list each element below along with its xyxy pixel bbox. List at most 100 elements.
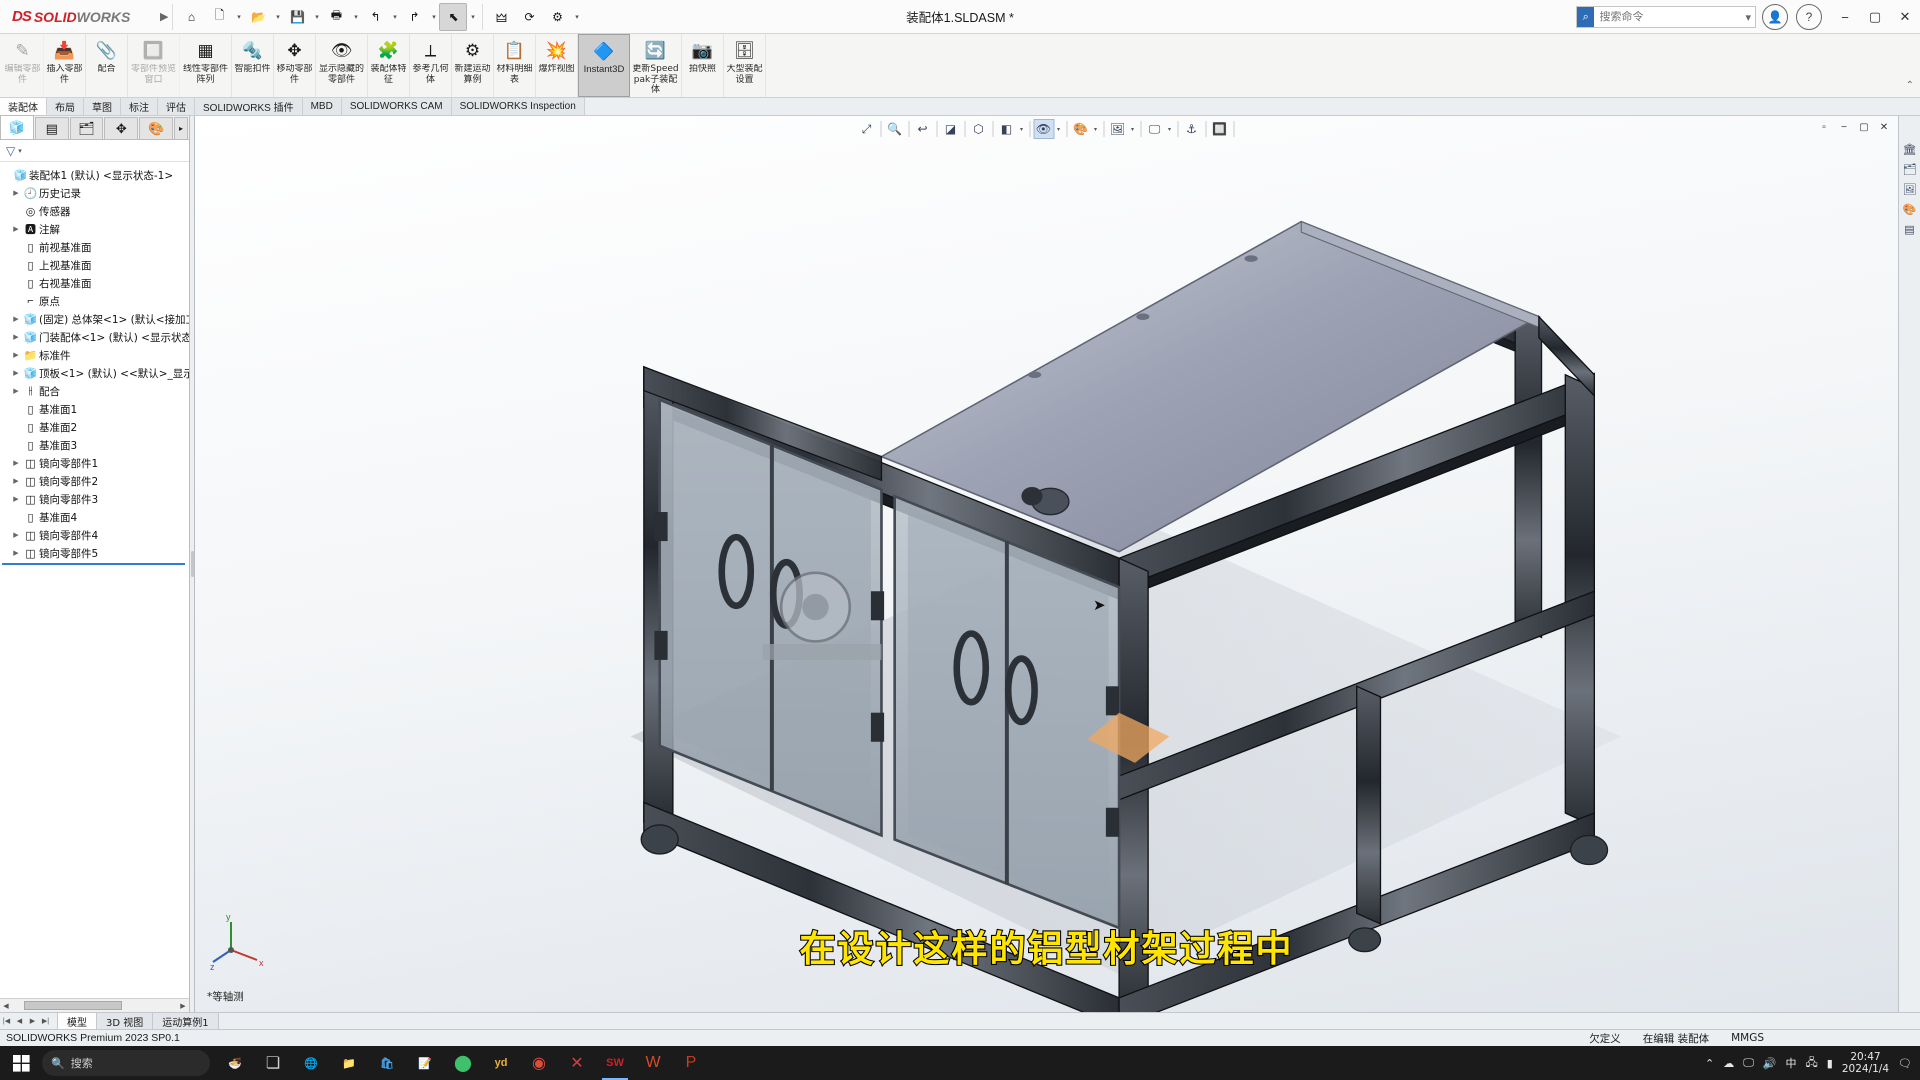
rebuild-icon[interactable]: ⟳ (515, 3, 543, 31)
tree-expand-arrow-icon[interactable]: ▶ (10, 549, 22, 557)
zoom-to-area-icon[interactable]: 🔍 (884, 119, 905, 139)
open-folder-icon[interactable]: 📂 (244, 3, 272, 31)
custom-properties-icon[interactable]: ▤ (1901, 220, 1919, 239)
command-tab-2[interactable]: 草图 (84, 98, 121, 115)
home-icon[interactable]: ⌂ (177, 3, 205, 31)
doc-window-button-1[interactable]: − (1834, 118, 1854, 136)
doc-window-button-3[interactable]: ✕ (1874, 118, 1894, 136)
save-icon[interactable]: 💾 (283, 3, 311, 31)
search-dropdown-icon[interactable]: ▾ (1741, 11, 1755, 24)
tree-node-8[interactable]: ▶🧊(固定) 总体架<1> (默认<接加工... (0, 310, 189, 328)
tab-scroll-arrows[interactable]: |◀ ◀ ▶ ▶| (0, 1013, 58, 1029)
print-icon[interactable]: 🖶 (322, 3, 350, 31)
select-arrow-dropdown-caret-icon[interactable]: ▾ (467, 13, 478, 21)
tree-node-0[interactable]: 🧊 装配体1 (默认) <显示状态-1> (0, 166, 189, 184)
tree-node-20[interactable]: ▶ ◫ 镜向零部件4 (0, 526, 189, 544)
tab-scroll-arrow-3[interactable]: ▶| (39, 1017, 52, 1025)
open-folder-dropdown-caret-icon[interactable]: ▾ (272, 13, 283, 21)
tree-node-7[interactable]: ⌐ 原点 (0, 292, 189, 310)
app-icon-wps[interactable]: W (634, 1046, 672, 1080)
zoom-to-fit-icon[interactable]: ⤢ (856, 119, 877, 139)
ribbon-button-11[interactable]: 📋 材料明细表 (494, 34, 536, 97)
tree-node-16[interactable]: ▶ ◫ 镜向零部件1 (0, 454, 189, 472)
tree-node-17[interactable]: ▶ ◫ 镜向零部件2 (0, 472, 189, 490)
doc-window-button-2[interactable]: ▢ (1854, 118, 1874, 136)
menu-expand-arrow-icon[interactable]: ▶ (160, 10, 168, 23)
hide-show-items-caret-icon[interactable]: ▾ (1054, 126, 1063, 133)
scroll-thumb[interactable] (24, 1001, 122, 1010)
view-settings-caret-icon[interactable]: ▾ (1165, 126, 1174, 133)
app-icon-x[interactable]: ✕ (558, 1046, 596, 1080)
tree-expand-arrow-icon[interactable]: ▶ (10, 459, 22, 467)
more-tab[interactable]: ▸ (174, 117, 188, 139)
ribbon-button-1[interactable]: 📥 插入零部件 (44, 34, 86, 97)
ribbon-button-2[interactable]: 📎 配合 (86, 34, 128, 97)
app-icon-note[interactable]: 📝 (406, 1046, 444, 1080)
show-hidden-icons[interactable]: ⌃ (1705, 1057, 1714, 1070)
viewport-canvas[interactable]: ➤ y x z *等轴测 在设计这样的铝型材架过程中 (195, 116, 1898, 1012)
print-dropdown-caret-icon[interactable]: ▾ (350, 13, 361, 21)
bottom-tab-0[interactable]: 模型 (58, 1013, 97, 1029)
tree-node-21[interactable]: ▶ ◫ 镜向零部件5 (0, 544, 189, 562)
view-palette-icon[interactable]: 🖼 (1901, 180, 1919, 199)
display-style-icon[interactable]: ◧ (996, 119, 1017, 139)
tree-node-1[interactable]: ▶ 🕘 历史记录 (0, 184, 189, 202)
file-explorer-icon[interactable]: 🗂 (1901, 160, 1919, 179)
ribbon-button-8[interactable]: 🧩 装配体特征 (368, 34, 410, 97)
tree-expand-arrow-icon[interactable]: ▶ (10, 369, 22, 377)
tree-node-11[interactable]: ▶ 🧊 顶板<1> (默认) <<默认>_显示状 (0, 364, 189, 382)
redo-icon[interactable]: ↱ (400, 3, 428, 31)
tree-node-3[interactable]: ▶ 🅰 注解 (0, 220, 189, 238)
tree-expand-arrow-icon[interactable]: ▶ (10, 531, 22, 539)
ribbon-button-5[interactable]: 🔩 智能扣件 (232, 34, 274, 97)
command-tab-0[interactable]: 装配体 (0, 98, 47, 115)
tree-node-14[interactable]: ▯ 基准面2 (0, 418, 189, 436)
app-icon-explorer[interactable]: 📁 (330, 1046, 368, 1080)
app-icon-store[interactable]: 🛍 (368, 1046, 406, 1080)
view-settings-icon[interactable]: 🖵 (1144, 119, 1165, 139)
hide-all-types-icon[interactable]: 🔲 (1209, 119, 1230, 139)
design-library-icon[interactable]: 🏛 (1901, 140, 1919, 159)
undo-dropdown-caret-icon[interactable]: ▾ (389, 13, 400, 21)
view-orientation-icon[interactable]: ⬡ (968, 119, 989, 139)
tree-expand-arrow-icon[interactable]: ▶ (10, 477, 22, 485)
tree-node-13[interactable]: ▯ 基准面1 (0, 400, 189, 418)
minimize-button[interactable]: − (1830, 2, 1860, 32)
appearances-icon[interactable]: 🎨 (1070, 119, 1091, 139)
command-tab-4[interactable]: 评估 (158, 98, 195, 115)
appearances-scenes-icon[interactable]: 🎨 (1901, 200, 1919, 219)
command-tab-1[interactable]: 布局 (47, 98, 84, 115)
appearances-tab[interactable]: 🎨 (139, 117, 174, 139)
notification-center-icon[interactable]: 🗨 (1898, 1057, 1912, 1070)
search-input[interactable] (1594, 11, 1742, 23)
tree-expand-arrow-icon[interactable]: ▶ (10, 351, 22, 359)
section-view-icon[interactable]: ◪ (940, 119, 961, 139)
tree-expand-arrow-icon[interactable]: ▶ (10, 225, 22, 233)
tree-node-2[interactable]: ◎ 传感器 (0, 202, 189, 220)
tab-scroll-arrow-2[interactable]: ▶ (26, 1017, 39, 1025)
tree-node-9[interactable]: ▶ 🧊 门装配体<1> (默认) <显示状态- (0, 328, 189, 346)
tree-node-4[interactable]: ▯ 前视基准面 (0, 238, 189, 256)
ribbon-collapse-icon[interactable]: ⌃ (1906, 80, 1914, 91)
maximize-button[interactable]: ▢ (1860, 2, 1890, 32)
app-icon-food[interactable]: 🍜 (216, 1046, 254, 1080)
tree-node-18[interactable]: ▶ ◫ 镜向零部件3 (0, 490, 189, 508)
appearances-caret-icon[interactable]: ▾ (1091, 126, 1100, 133)
measure-icon[interactable]: 🜲 (487, 3, 515, 31)
help-icon[interactable]: ? (1796, 4, 1822, 30)
tab-scroll-arrow-1[interactable]: ◀ (13, 1017, 26, 1025)
options-gear-icon[interactable]: ⚙ (543, 3, 571, 31)
tree-node-12[interactable]: ▶ ⫲ 配合 (0, 382, 189, 400)
scene-caret-icon[interactable]: ▾ (1128, 126, 1137, 133)
tree-node-10[interactable]: ▶ 📁 标准件 (0, 346, 189, 364)
command-search-box[interactable]: ⌕ ▾ (1576, 6, 1756, 28)
ribbon-button-6[interactable]: ✥ 移动零部件 (274, 34, 316, 97)
ribbon-button-13[interactable]: 🔷 Instant3D (578, 34, 630, 97)
ribbon-button-4[interactable]: ▦ 线性零部件阵列 (180, 34, 232, 97)
speaker-icon[interactable]: 🔊 (1763, 1057, 1777, 1070)
tree-expand-arrow-icon[interactable]: ▶ (10, 333, 22, 341)
ribbon-button-7[interactable]: 👁 显示隐藏的零部件 (316, 34, 368, 97)
tree-node-5[interactable]: ▯ 上视基准面 (0, 256, 189, 274)
taskbar-search-box[interactable]: 🔍 搜索 (42, 1050, 210, 1076)
onedrive-icon[interactable]: ☁ (1723, 1057, 1734, 1070)
